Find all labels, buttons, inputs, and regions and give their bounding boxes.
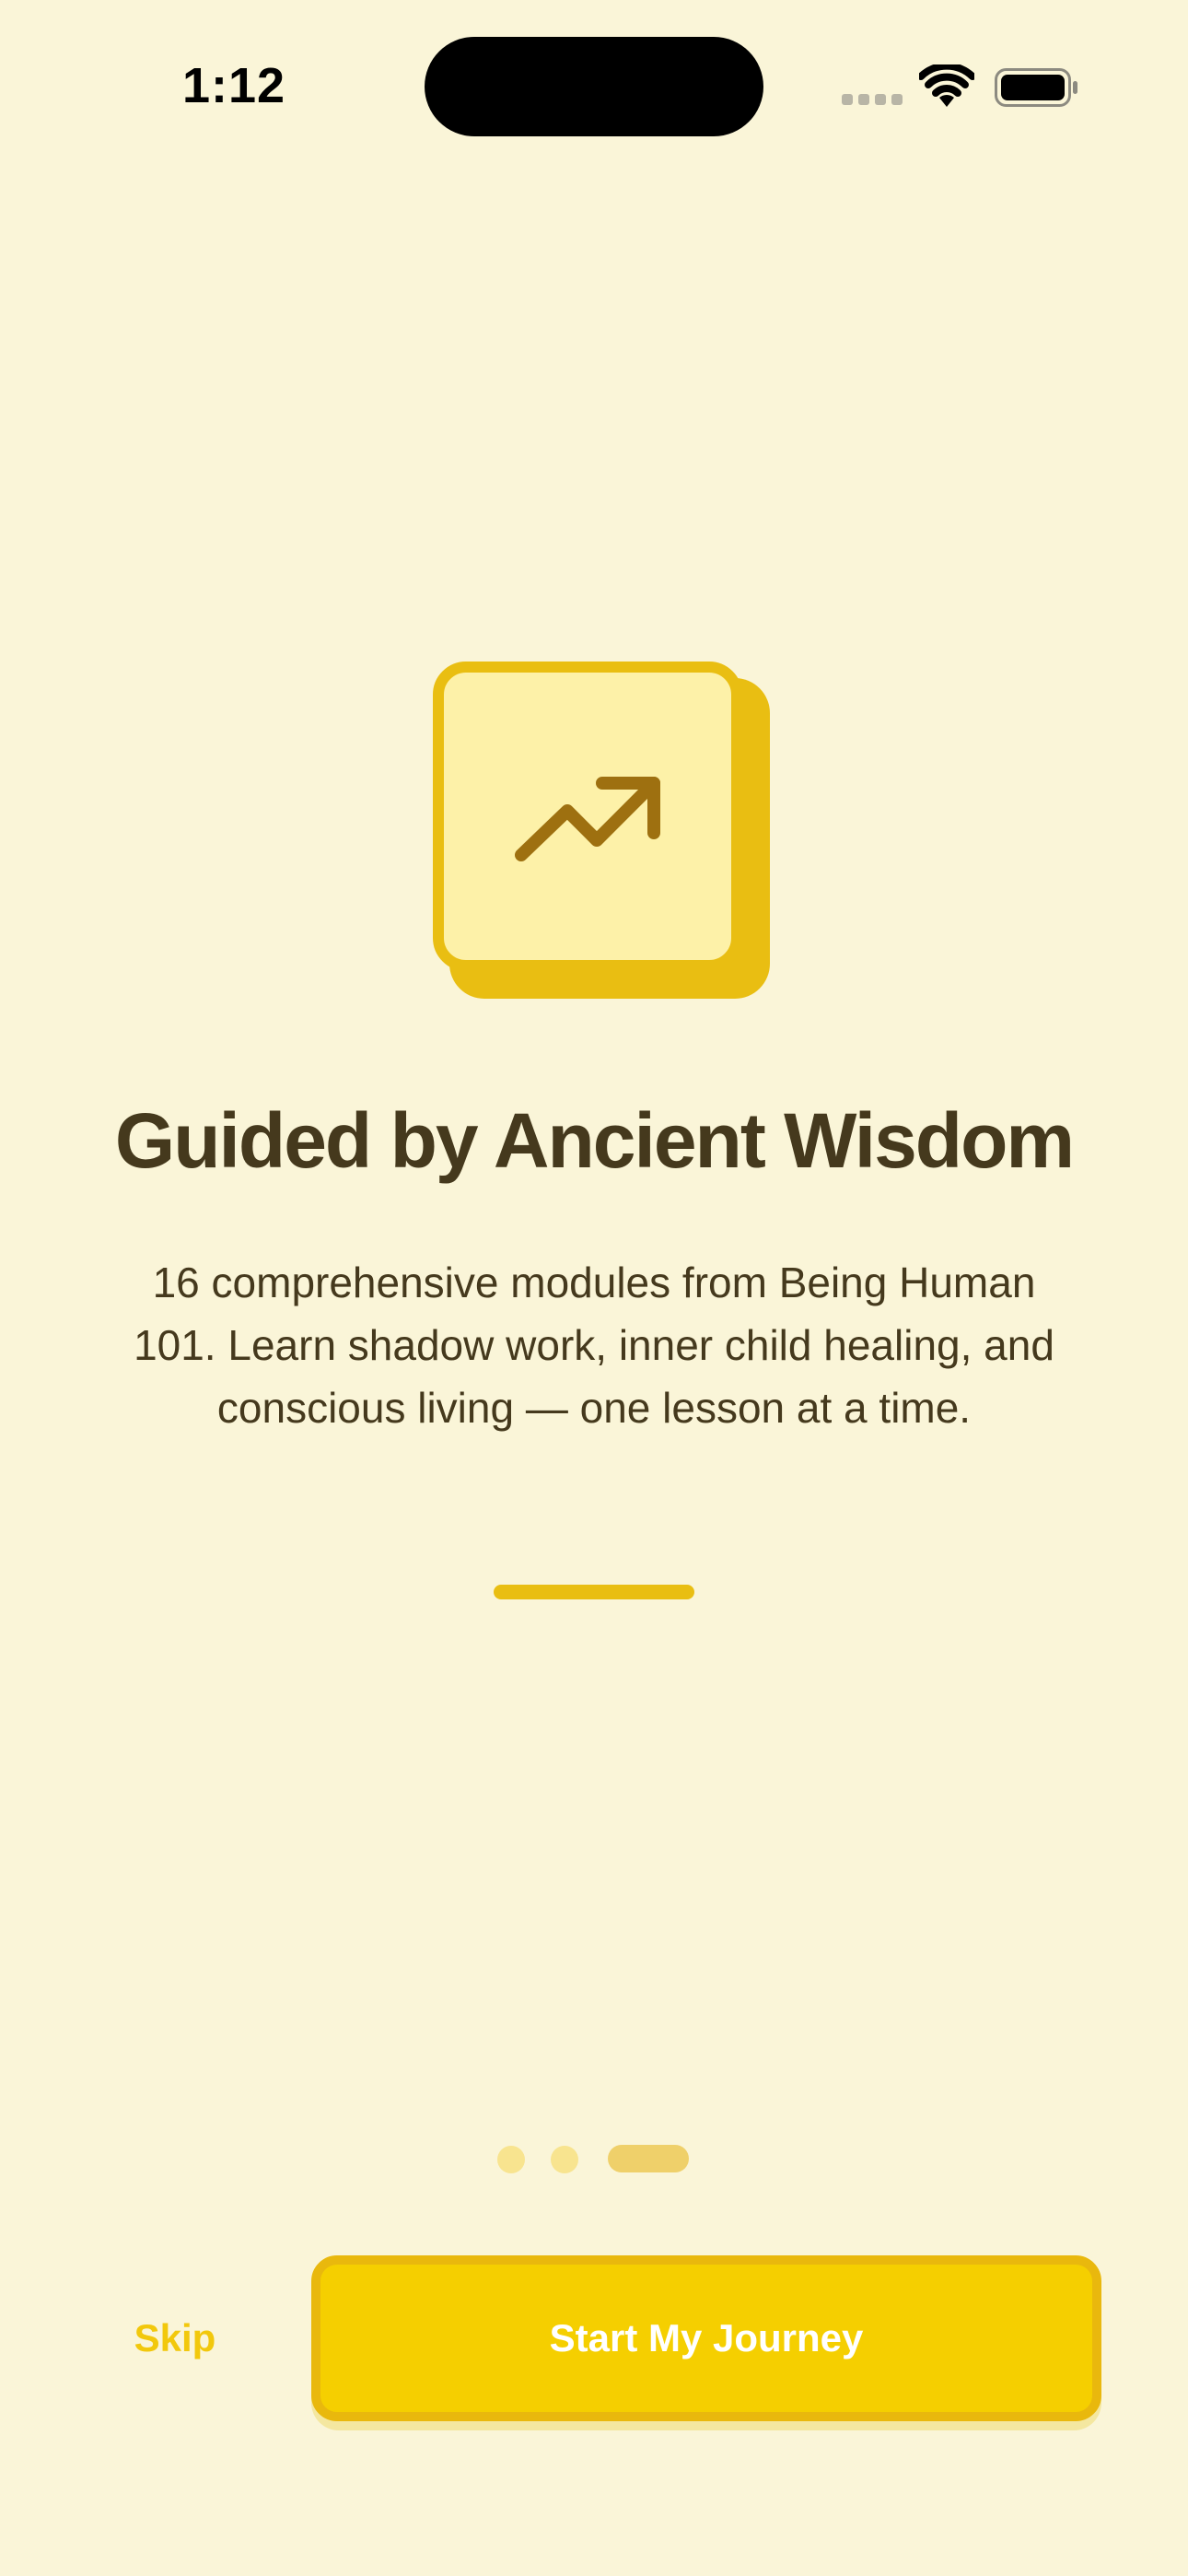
trending-up-icon: [515, 777, 660, 861]
page-dot-1[interactable]: [497, 2146, 525, 2173]
hero-trend-icon-tile: [433, 662, 770, 999]
status-bar: 1:12: [0, 0, 1188, 175]
start-my-journey-button[interactable]: Start My Journey: [311, 2255, 1101, 2421]
page-dot-2[interactable]: [551, 2146, 578, 2173]
cellular-signal-icon: [842, 94, 903, 105]
page-dot-3-active[interactable]: [608, 2145, 689, 2172]
accent-divider: [494, 1585, 694, 1599]
skip-button[interactable]: Skip: [101, 2301, 249, 2375]
page-indicator[interactable]: [497, 2145, 691, 2174]
dynamic-island: [425, 37, 763, 136]
onboarding-title: Guided by Ancient Wisdom: [114, 1097, 1075, 1184]
wifi-icon: [919, 64, 974, 107]
onboarding-description: 16 comprehensive modules from Being Huma…: [134, 1259, 1054, 1432]
battery-full-icon: [995, 68, 1077, 107]
status-time: 1:12: [182, 58, 286, 113]
